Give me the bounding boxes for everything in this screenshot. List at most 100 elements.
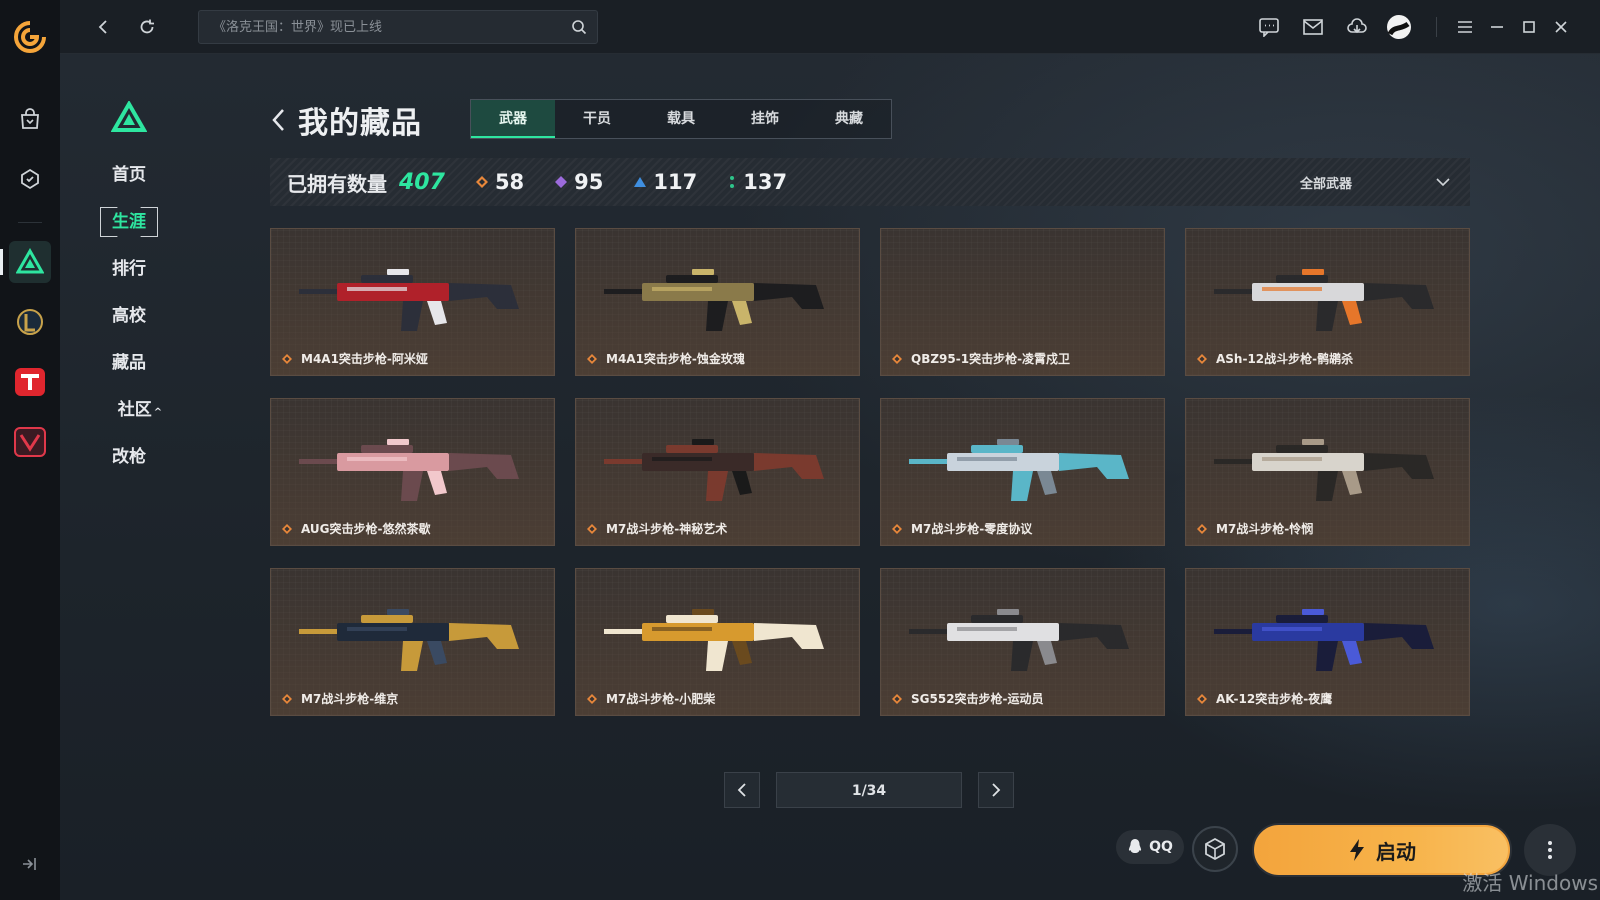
card-item-name: M4A1突击步枪-阿米娅 <box>301 352 428 366</box>
pagination: 1/34 <box>724 772 1014 808</box>
card-label: M7战斗步枪-维京 <box>281 690 398 707</box>
card-label: AUG突击步枪-悠然茶歇 <box>281 520 431 537</box>
nav-college[interactable]: 高校 <box>100 301 158 331</box>
owned-count-label: 已拥有数量 <box>287 171 387 196</box>
weapon-filter-dropdown[interactable]: 全部武器 <box>1300 166 1450 198</box>
collection-card[interactable]: M4A1突击步枪-阿米娅 <box>270 228 555 376</box>
collection-stats-bar: 已拥有数量 407 58 95 117 137 全部武器 <box>270 158 1470 206</box>
card-item-name: M7战斗步枪-维京 <box>301 692 399 706</box>
tga-app-icon[interactable] <box>9 361 51 403</box>
weapon-image <box>604 609 824 671</box>
tab-charms[interactable]: 挂饰 <box>723 100 807 138</box>
weapon-filter-label: 全部武器 <box>1300 176 1353 192</box>
back-chevron-icon[interactable] <box>270 107 286 133</box>
collection-card[interactable]: M7战斗步枪-维京 <box>270 568 555 716</box>
search-box[interactable] <box>198 10 598 44</box>
chevron-right-icon <box>992 783 1001 797</box>
tab-operators[interactable]: 干员 <box>555 100 639 138</box>
mail-icon[interactable] <box>1300 14 1326 40</box>
next-page-button[interactable] <box>978 772 1014 808</box>
delta-force-app-icon[interactable] <box>0 241 51 283</box>
orange-diamond-icon <box>587 693 597 704</box>
collection-card[interactable]: QBZ95-1突击步枪-凌霄戍卫 <box>880 228 1165 376</box>
nav-ranking[interactable]: 排行 <box>100 254 158 284</box>
maximize-icon[interactable] <box>1516 14 1542 40</box>
page-header: 我的藏品 <box>270 98 422 142</box>
store-icon[interactable] <box>9 98 51 140</box>
card-label: ASh-12战斗步枪-鹘鹕杀 <box>1196 350 1353 367</box>
nav-gunsmith[interactable]: 改枪 <box>100 442 158 472</box>
chat-icon[interactable] <box>1256 14 1282 40</box>
collection-card[interactable]: ASh-12战斗步枪-鹘鹕杀 <box>1185 228 1470 376</box>
wegame-logo-icon[interactable] <box>13 20 47 54</box>
card-label: M7战斗步枪-神秘艺术 <box>586 520 727 537</box>
collection-card[interactable]: M4A1突击步枪-蚀金玫瑰 <box>575 228 860 376</box>
search-input[interactable] <box>199 11 559 43</box>
weapon-image <box>909 609 1129 671</box>
orange-diamond-icon <box>282 693 292 704</box>
card-item-name: QBZ95-1突击步枪-凌霄戍卫 <box>911 352 1071 366</box>
qq-label: QQ <box>1149 839 1173 855</box>
chevron-down-icon <box>1436 178 1450 187</box>
nav-home[interactable]: 首页 <box>100 160 158 190</box>
avatar[interactable] <box>1386 14 1412 40</box>
collection-card[interactable]: M7战斗步枪-怜悯 <box>1185 398 1470 546</box>
category-tabs: 武器 干员 载具 挂饰 典藏 <box>470 99 892 139</box>
game-icon[interactable] <box>9 158 51 200</box>
collection-card[interactable]: AUG突击步枪-悠然茶歇 <box>270 398 555 546</box>
expand-sidebar-icon[interactable] <box>19 854 39 874</box>
owned-count-value: 407 <box>399 169 445 195</box>
collection-grid: M4A1突击步枪-阿米娅 M4A1突击步枪-蚀金玫瑰 QBZ95-1突击步枪-凌霄戍… <box>270 228 1470 716</box>
lightning-icon <box>1350 839 1364 861</box>
valorant-app-icon[interactable] <box>9 421 51 463</box>
tab-vehicles[interactable]: 载具 <box>639 100 723 138</box>
collection-card[interactable]: M7战斗步枪-零度协议 <box>880 398 1165 546</box>
qq-login-button[interactable]: QQ <box>1116 830 1184 864</box>
card-label: QBZ95-1突击步枪-凌霄戍卫 <box>891 350 1070 367</box>
card-item-name: M7战斗步枪-小肥柴 <box>606 692 716 706</box>
weapon-image <box>604 439 824 501</box>
minimize-icon[interactable] <box>1484 14 1510 40</box>
card-label: M7战斗步枪-怜悯 <box>1196 520 1313 537</box>
orange-diamond-icon <box>1197 523 1207 534</box>
section-nav: 首页 生涯 排行 高校 藏品 社区 ^ 改枪 <box>60 54 210 900</box>
orange-diamond-icon <box>892 353 902 364</box>
card-label: SG552突击步枪-运动员 <box>891 690 1044 707</box>
nav-collection[interactable]: 藏品 <box>100 348 158 378</box>
orange-diamond-icon <box>892 693 902 704</box>
card-label: M4A1突击步枪-蚀金玫瑰 <box>586 350 745 367</box>
green-dots-icon <box>730 176 735 188</box>
card-item-name: AUG突击步枪-悠然茶歇 <box>301 522 431 536</box>
download-icon[interactable] <box>1344 14 1370 40</box>
card-label: AK-12突击步枪-夜鹰 <box>1196 690 1332 707</box>
nav-community[interactable]: 社区 ^ <box>105 395 175 425</box>
collection-card[interactable]: M7战斗步枪-神秘艺术 <box>575 398 860 546</box>
orange-diamond-icon <box>1197 353 1207 364</box>
collection-card[interactable]: M7战斗步枪-小肥柴 <box>575 568 860 716</box>
collection-card[interactable]: AK-12突击步枪-夜鹰 <box>1185 568 1470 716</box>
weapon-image <box>299 439 519 501</box>
close-icon[interactable] <box>1548 14 1574 40</box>
tab-weapons[interactable]: 武器 <box>471 100 555 138</box>
accelerator-button[interactable] <box>1192 826 1238 872</box>
prev-page-button[interactable] <box>724 772 760 808</box>
menu-icon[interactable] <box>1452 14 1478 40</box>
vertical-dots-icon <box>1548 841 1552 859</box>
card-item-name: ASh-12战斗步枪-鹘鹕杀 <box>1216 352 1354 366</box>
rarity-orange-count: 58 <box>475 170 524 194</box>
search-icon[interactable] <box>571 19 587 35</box>
tab-collectibles[interactable]: 典藏 <box>807 100 891 138</box>
back-button[interactable] <box>90 14 116 40</box>
nav-career[interactable]: 生涯 <box>100 207 158 237</box>
weapon-image <box>1214 439 1434 501</box>
lol-app-icon[interactable] <box>9 301 51 343</box>
card-item-name: M4A1突击步枪-蚀金玫瑰 <box>606 352 745 366</box>
collection-card[interactable]: SG552突击步枪-运动员 <box>880 568 1165 716</box>
card-label: M7战斗步枪-零度协议 <box>891 520 1032 537</box>
rarity-count: 117 <box>653 170 698 194</box>
weapon-image <box>604 269 824 331</box>
blue-triangle-icon <box>634 177 647 187</box>
refresh-button[interactable] <box>134 14 160 40</box>
card-label: M7战斗步枪-小肥柴 <box>586 690 715 707</box>
orange-diamond-icon <box>892 523 902 534</box>
